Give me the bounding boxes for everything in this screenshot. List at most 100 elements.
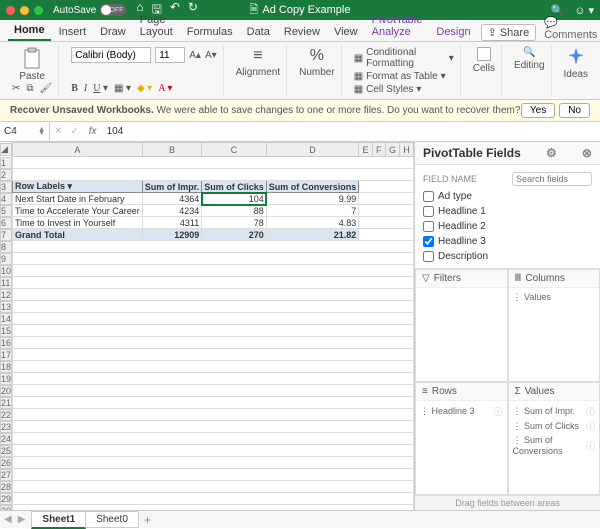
- sheet-tabs-bar: ◀ ▶ Sheet1 Sheet0 +: [0, 510, 600, 528]
- selected-cell[interactable]: 104: [202, 193, 267, 205]
- bold-button[interactable]: B: [71, 83, 78, 94]
- zone-filters-label: Filters: [434, 273, 461, 284]
- minimize-window-button[interactable]: [20, 6, 29, 15]
- gear-icon[interactable]: ⚙: [546, 146, 557, 160]
- field-description[interactable]: Description: [423, 249, 592, 264]
- menu-tabs: Home Insert Draw Page Layout Formulas Da…: [0, 20, 600, 42]
- tab-design[interactable]: Design: [430, 23, 476, 41]
- user-icon[interactable]: ☺ ▾: [574, 4, 594, 17]
- info-icon[interactable]: ⓘ: [586, 405, 595, 418]
- alignment-button[interactable]: ≡ Alignment: [236, 47, 280, 78]
- cut-icon[interactable]: ✂: [12, 83, 20, 94]
- zoom-window-button[interactable]: [34, 6, 43, 15]
- sheet-tab-sheet1[interactable]: Sheet1: [31, 511, 86, 529]
- font-name-input[interactable]: [71, 47, 151, 63]
- zone-filters[interactable]: [416, 288, 507, 381]
- cond-format-icon: ▦: [354, 53, 363, 64]
- tab-insert[interactable]: Insert: [53, 23, 93, 41]
- pivot-title: PivotTable Fields: [423, 146, 521, 160]
- col-header-a[interactable]: A: [13, 143, 143, 157]
- formula-value[interactable]: 104: [103, 126, 128, 137]
- field-headline-3[interactable]: Headline 3: [423, 234, 592, 249]
- name-box-dropdown-icon[interactable]: ▲▼: [38, 128, 45, 136]
- tab-review[interactable]: Review: [278, 23, 326, 41]
- recovery-yes-button[interactable]: Yes: [521, 103, 555, 118]
- col-header-h[interactable]: H: [400, 143, 414, 157]
- fill-color-button[interactable]: ◆ ▾: [137, 83, 152, 94]
- prev-sheet-icon[interactable]: ◀: [4, 514, 12, 525]
- sheet-tab-sheet0[interactable]: Sheet0: [85, 511, 139, 528]
- zone-values[interactable]: ⋮ Sum of Impr.ⓘ ⋮ Sum of Clicksⓘ ⋮ Sum o…: [509, 401, 600, 494]
- increase-font-icon[interactable]: A▴: [189, 50, 201, 61]
- search-fields-input[interactable]: [512, 172, 592, 186]
- decrease-font-icon[interactable]: A▾: [205, 50, 217, 61]
- col-header-f[interactable]: F: [372, 143, 385, 157]
- underline-button[interactable]: U ▾: [93, 83, 108, 94]
- col-header-b[interactable]: B: [142, 143, 202, 157]
- tab-data[interactable]: Data: [241, 23, 276, 41]
- name-box[interactable]: C4 ▲▼: [0, 122, 50, 141]
- col-header-g[interactable]: G: [385, 143, 399, 157]
- col-header-d[interactable]: D: [266, 143, 359, 157]
- add-sheet-button[interactable]: +: [144, 513, 151, 527]
- zone-columns-label: Columns: [525, 273, 564, 284]
- format-painter-icon[interactable]: 🖌: [40, 83, 53, 94]
- tab-page-layout[interactable]: Page Layout: [134, 11, 179, 41]
- tab-draw[interactable]: Draw: [94, 23, 132, 41]
- cell-styles-button[interactable]: ▦Cell Styles ▾: [354, 84, 454, 95]
- formula-bar: C4 ▲▼ ✕ ✓ fx 104: [0, 122, 600, 142]
- font-color-button[interactable]: A ▾: [158, 83, 172, 94]
- close-icon[interactable]: ⊗: [582, 146, 592, 160]
- rows-icon: ≡: [422, 386, 428, 397]
- autosave-toggle[interactable]: AutoSave OFF: [53, 4, 126, 16]
- number-format-button[interactable]: % Number: [299, 47, 335, 78]
- cells-icon: [477, 47, 491, 61]
- accept-formula-icon[interactable]: ✓: [66, 126, 82, 137]
- pivot-header[interactable]: Row Labels ▾: [13, 181, 143, 193]
- copy-icon[interactable]: ⧉: [26, 83, 33, 94]
- field-ad-type[interactable]: Ad type: [423, 189, 592, 204]
- paste-button[interactable]: Paste: [12, 47, 52, 82]
- tab-pivottable-analyze[interactable]: PivotTable Analyze: [366, 11, 429, 41]
- search-icon[interactable]: 🔍: [550, 4, 564, 17]
- fx-label[interactable]: fx: [83, 126, 103, 137]
- info-icon[interactable]: ⓘ: [493, 405, 502, 418]
- cancel-formula-icon[interactable]: ✕: [50, 126, 66, 137]
- select-all-corner[interactable]: ◢: [0, 143, 12, 156]
- autosave-switch[interactable]: OFF: [100, 4, 126, 16]
- info-icon[interactable]: ⓘ: [586, 420, 595, 433]
- tab-home[interactable]: Home: [8, 21, 51, 41]
- info-icon[interactable]: ⓘ: [586, 439, 595, 452]
- tab-view[interactable]: View: [328, 23, 364, 41]
- format-as-table-button[interactable]: ▦Format as Table ▾: [354, 71, 454, 82]
- table-icon: ▦: [354, 71, 363, 82]
- border-button[interactable]: ▦ ▾: [114, 83, 131, 94]
- comments-button[interactable]: 💬 Comments: [544, 16, 597, 41]
- clipboard-icon: [22, 47, 42, 69]
- filter-dropdown-icon[interactable]: ▾: [68, 181, 73, 191]
- share-button[interactable]: ⇪Share: [481, 24, 537, 41]
- font-size-input[interactable]: [155, 47, 185, 63]
- italic-button[interactable]: I: [84, 83, 87, 94]
- tab-formulas[interactable]: Formulas: [181, 23, 239, 41]
- editing-button[interactable]: 🔍 Editing: [514, 47, 545, 71]
- close-window-button[interactable]: [6, 6, 15, 15]
- field-headline-1[interactable]: Headline 1: [423, 204, 592, 219]
- recovery-no-button[interactable]: No: [559, 103, 590, 118]
- cells-button[interactable]: Cells: [473, 47, 495, 74]
- recovery-bar: Recover Unsaved Workbooks. We were able …: [0, 100, 600, 122]
- ideas-button[interactable]: Ideas: [564, 47, 588, 80]
- spreadsheet-grid[interactable]: ◢ A B C D E F G H 1 2 3 Row Labels ▾ Sum…: [0, 142, 414, 510]
- redo-icon[interactable]: ↻: [188, 0, 198, 21]
- zone-columns[interactable]: ⋮ Values: [509, 288, 600, 381]
- main-area: ◢ A B C D E F G H 1 2 3 Row Labels ▾ Sum…: [0, 142, 600, 510]
- field-name-label: FIELD NAME: [423, 174, 477, 184]
- zone-rows[interactable]: ⋮ Headline 3ⓘ: [416, 401, 507, 494]
- recovery-title: Recover Unsaved Workbooks.: [10, 105, 154, 116]
- col-header-e[interactable]: E: [359, 143, 372, 157]
- conditional-formatting-button[interactable]: ▦Conditional Formatting ▾: [354, 47, 454, 69]
- col-header-c[interactable]: C: [202, 143, 267, 157]
- field-headline-2[interactable]: Headline 2: [423, 219, 592, 234]
- next-sheet-icon[interactable]: ▶: [18, 514, 26, 525]
- zone-rows-label: Rows: [432, 386, 457, 397]
